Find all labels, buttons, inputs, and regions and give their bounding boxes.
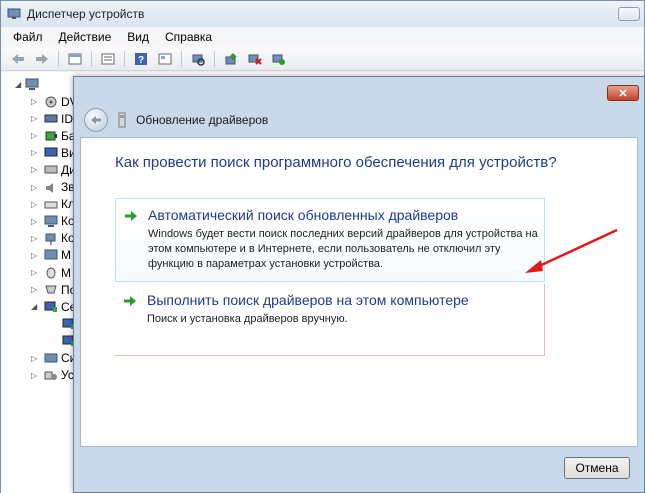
expand-icon[interactable]: ▷ <box>31 354 39 363</box>
system-device-icon <box>44 353 58 362</box>
dialog-footer: Отмена <box>80 449 638 489</box>
dialog-title: Обновление драйверов <box>136 113 269 127</box>
properties-icon[interactable] <box>64 49 86 69</box>
auto-search-title: Автоматический поиск обновленных драйвер… <box>148 207 459 223</box>
tree-item-label: М <box>61 248 71 263</box>
video-adapter-icon <box>44 147 58 157</box>
usb-controller-icon <box>45 233 56 245</box>
toolbar-separator <box>58 50 59 67</box>
toolbar: ? <box>1 47 644 71</box>
question-heading: Как провести поиск программного обеспече… <box>115 154 557 171</box>
ide-controller-icon <box>44 114 58 123</box>
expand-icon[interactable]: ▷ <box>31 114 39 123</box>
battery-icon <box>45 131 57 141</box>
tree-item[interactable]: ▷ Си <box>31 350 76 367</box>
back-icon[interactable] <box>7 49 29 69</box>
tree-item[interactable]: ▷ Ви <box>31 144 76 161</box>
tree-item[interactable]: ▷ Ди <box>31 161 76 178</box>
device-view-icon[interactable] <box>154 49 176 69</box>
menu-action[interactable]: Действие <box>51 30 120 44</box>
dialog-header: Обновление драйверов <box>80 103 638 137</box>
svg-text:?: ? <box>138 55 144 66</box>
collapse-icon[interactable]: ◢ <box>15 80 21 89</box>
manual-search-title: Выполнить поиск драйверов на этом компью… <box>147 292 469 308</box>
tree-item[interactable]: ▷ ID <box>31 110 73 127</box>
tree-item[interactable]: ▷ По <box>31 281 76 298</box>
back-arrow-icon <box>91 116 101 124</box>
expand-icon[interactable]: ▷ <box>31 200 39 209</box>
expand-icon[interactable]: ▷ <box>31 131 39 140</box>
menu-file[interactable]: Файл <box>5 30 51 44</box>
hardware-icon <box>118 112 126 128</box>
hid-device-icon <box>44 371 57 380</box>
scan-hardware-icon[interactable] <box>187 49 209 69</box>
back-button[interactable] <box>84 108 108 132</box>
auto-search-option[interactable]: Автоматический поиск обновленных драйвер… <box>115 198 545 282</box>
disk-drive-icon <box>44 165 58 174</box>
tree-item[interactable]: ▷ Ко <box>31 213 75 230</box>
green-arrow-icon <box>124 296 136 306</box>
manual-search-option[interactable]: Выполнить поиск драйверов на этом компью… <box>115 284 545 356</box>
uninstall-icon[interactable] <box>268 49 290 69</box>
toolbar-separator <box>91 50 92 67</box>
menu-help[interactable]: Справка <box>157 30 220 44</box>
list-icon[interactable] <box>97 49 119 69</box>
tree-item-label: Ус <box>61 368 74 383</box>
manual-search-description: Поиск и установка драйверов вручную. <box>147 313 348 325</box>
title-bar: Диспетчер устройств <box>1 1 644 27</box>
monitor-icon <box>44 249 58 260</box>
tree-item[interactable]: ▷ DV <box>31 93 78 110</box>
tree-item[interactable]: ▷ Ус <box>31 367 74 384</box>
computer-icon <box>25 78 39 90</box>
annotation-arrow-icon <box>525 228 618 273</box>
tree-item-label: ID <box>61 111 73 126</box>
expand-icon[interactable]: ▷ <box>31 251 39 260</box>
tree-item[interactable]: ▷ Ко <box>31 230 75 247</box>
keyboard-icon <box>44 201 58 209</box>
disable-icon[interactable] <box>244 49 266 69</box>
menu-bar: Файл Действие Вид Справка <box>1 27 644 47</box>
port-icon <box>45 285 57 294</box>
window-title: Диспетчер устройств <box>27 7 145 21</box>
expand-icon[interactable]: ▷ <box>31 148 39 157</box>
auto-search-description: Windows будет вести поиск последних верс… <box>148 228 538 270</box>
green-arrow-icon <box>125 211 137 221</box>
computer-icon <box>44 215 58 227</box>
dialog-body: Как провести поиск программного обеспече… <box>80 137 638 447</box>
expand-icon[interactable]: ◢ <box>31 302 39 311</box>
toolbar-separator <box>214 50 215 67</box>
update-driver-icon[interactable] <box>220 49 242 69</box>
forward-icon[interactable] <box>31 49 53 69</box>
tree-root[interactable]: ◢ <box>15 76 39 93</box>
menu-view[interactable]: Вид <box>119 30 157 44</box>
expand-icon[interactable]: ▷ <box>31 97 39 106</box>
close-button[interactable]: ✕ <box>607 85 639 101</box>
help-icon[interactable]: ? <box>130 49 152 69</box>
expand-icon[interactable]: ▷ <box>31 217 39 226</box>
tree-item[interactable]: ▷ Ба <box>31 127 76 144</box>
toolbar-separator <box>124 50 125 67</box>
expand-icon[interactable]: ▷ <box>31 268 39 277</box>
maximize-button[interactable] <box>618 7 640 21</box>
toolbar-separator <box>181 50 182 67</box>
expand-icon[interactable]: ▷ <box>31 285 39 294</box>
dvd-drive-icon <box>45 96 57 108</box>
sound-icon <box>46 182 53 193</box>
expand-icon[interactable]: ▷ <box>31 183 39 192</box>
tree-item[interactable]: ▷ М <box>31 264 71 281</box>
expand-icon[interactable]: ▷ <box>31 234 39 243</box>
expand-icon[interactable]: ▷ <box>31 165 39 174</box>
cancel-button[interactable]: Отмена <box>564 457 630 479</box>
device-manager-icon <box>7 8 21 19</box>
tree-item[interactable]: ▷ М <box>31 247 71 264</box>
network-adapter-icon <box>44 301 57 313</box>
update-drivers-dialog: ✕ Обновление драйверов Как провести поис… <box>73 76 645 493</box>
tree-item[interactable]: ▷ Кл <box>31 196 75 213</box>
mouse-icon <box>46 267 56 279</box>
tree-item[interactable]: ◢ Се <box>31 298 76 315</box>
expand-icon[interactable]: ▷ <box>31 371 39 380</box>
tree-item[interactable]: ▷ Зв <box>31 179 75 196</box>
tree-item-label: М <box>61 265 71 280</box>
